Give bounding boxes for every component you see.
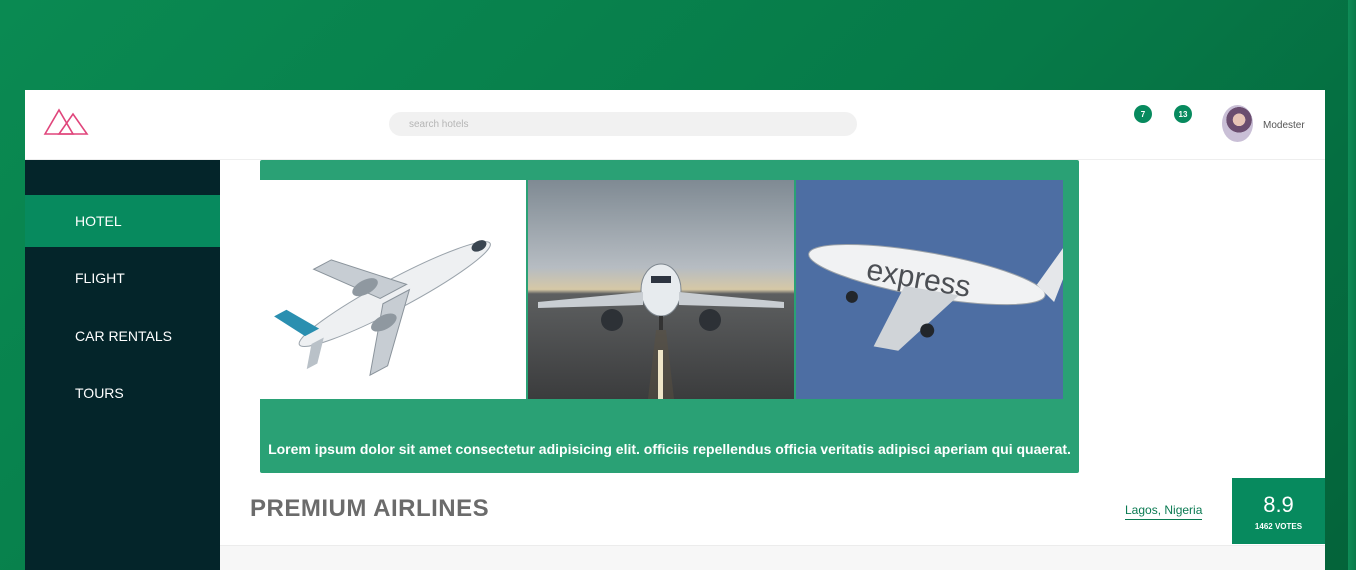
hero-gallery: express Lorem ipsum dolor sit amet conse…: [260, 160, 1079, 473]
sidebar-item-hotel[interactable]: HOTEL: [25, 195, 220, 247]
page-title: PREMIUM AIRLINES: [250, 495, 490, 522]
sidebar-item-car-rentals[interactable]: CAR RENTALS: [25, 310, 220, 362]
airplane-front-icon: [538, 263, 784, 399]
sidebar-item-flight[interactable]: FLIGHT: [25, 252, 220, 304]
main-content: express Lorem ipsum dolor sit amet conse…: [220, 160, 1325, 570]
avatar[interactable]: [1222, 105, 1253, 142]
airplane-photo-3[interactable]: express: [796, 180, 1063, 399]
airplane-photo-2[interactable]: [528, 180, 794, 399]
top-header: 7 13 Modester: [25, 90, 1325, 160]
sidebar-item-tours[interactable]: TOURS: [25, 367, 220, 419]
app-window: 7 13 Modester HOTEL FLIGHT CAR RENTALS T…: [25, 90, 1325, 570]
airplane-express-icon: express: [808, 243, 1063, 351]
username[interactable]: Modester: [1263, 120, 1305, 131]
message-badge[interactable]: 13: [1174, 105, 1192, 123]
airplane-side-icon: [274, 240, 491, 377]
notification-badge[interactable]: 7: [1134, 105, 1152, 123]
sidebar: HOTEL FLIGHT CAR RENTALS TOURS: [25, 160, 220, 570]
mountain-logo-icon[interactable]: [43, 104, 91, 140]
rating-score: 8.9: [1263, 492, 1294, 517]
search-input[interactable]: [389, 112, 857, 136]
airplane-photo-1[interactable]: [260, 180, 526, 399]
hero-description: Lorem ipsum dolor sit amet consectetur a…: [268, 441, 1071, 457]
rating-box: 8.9 1462 VOTES: [1232, 478, 1325, 544]
rating-votes: 1462 VOTES: [1254, 522, 1303, 531]
content-section: [220, 545, 1325, 570]
location-link[interactable]: Lagos, Nigeria: [1125, 503, 1203, 520]
window-scrollbar[interactable]: [1348, 0, 1356, 570]
